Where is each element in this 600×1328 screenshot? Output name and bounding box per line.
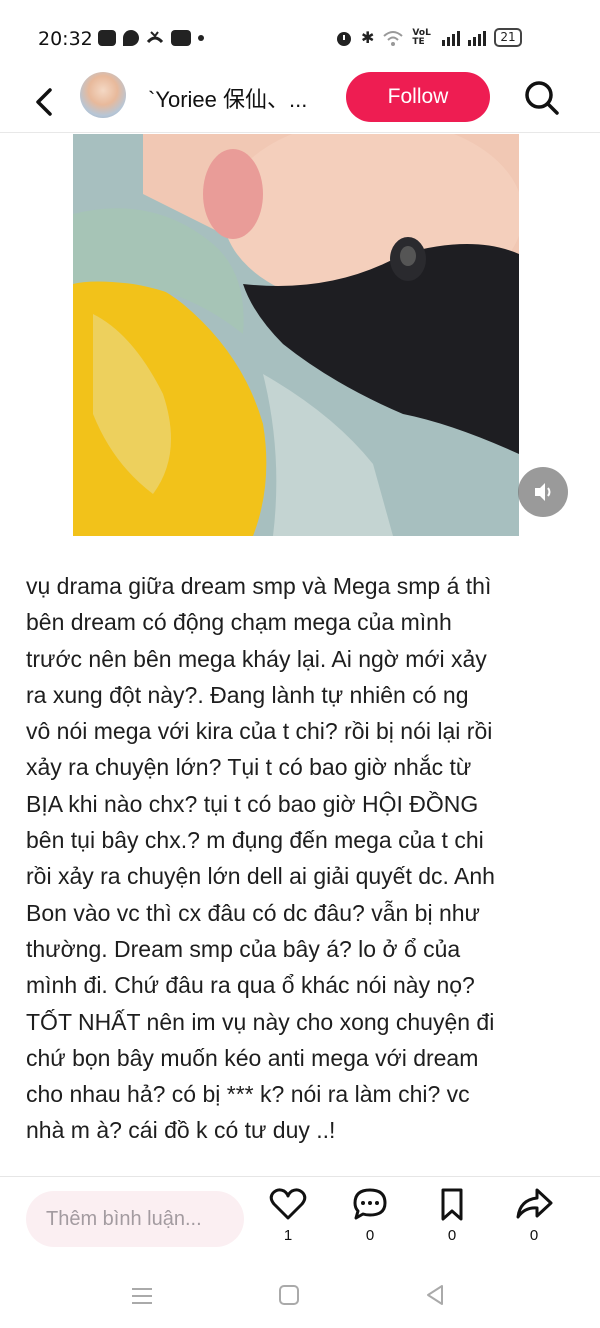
comment-icon xyxy=(353,1188,387,1220)
bluetooth-icon: ✱ xyxy=(361,28,375,47)
signal-icon xyxy=(442,30,461,46)
comment-button[interactable]: 0 xyxy=(348,1187,392,1244)
status-bar: 20:32 ✱ VoLTE 21 xyxy=(0,0,600,72)
action-bar: Thêm bình luận... 1 0 0 0 xyxy=(0,1176,600,1261)
like-count: 1 xyxy=(283,1227,293,1244)
system-nav-bar xyxy=(0,1262,600,1328)
back-arrow-icon xyxy=(36,88,52,116)
save-count: 0 xyxy=(447,1227,457,1244)
follow-button[interactable]: Follow xyxy=(346,72,490,122)
chat-icon xyxy=(123,30,139,46)
share-icon xyxy=(516,1188,553,1219)
youtube-icon xyxy=(171,30,191,46)
home-icon[interactable] xyxy=(278,1284,300,1306)
search-button[interactable] xyxy=(522,78,562,118)
back-nav-icon[interactable] xyxy=(424,1284,446,1306)
status-time: 20:32 xyxy=(38,28,93,50)
back-button[interactable] xyxy=(28,82,60,122)
save-button[interactable]: 0 xyxy=(430,1187,474,1244)
zalo-icon xyxy=(98,30,116,46)
missed-call-icon xyxy=(146,30,164,46)
volte-label: VoLTE xyxy=(412,27,431,47)
profile-name[interactable]: `Yoriee 保仙、... xyxy=(148,82,307,114)
wifi-icon xyxy=(383,30,404,46)
notification-icons xyxy=(98,30,204,46)
share-button[interactable]: 0 xyxy=(512,1187,556,1244)
more-dot-icon xyxy=(198,35,204,41)
like-button[interactable]: 1 xyxy=(266,1187,310,1244)
mute-button[interactable] xyxy=(518,467,568,517)
heart-icon xyxy=(269,1188,307,1220)
battery-indicator: 21 xyxy=(494,28,522,47)
comment-count: 0 xyxy=(365,1227,375,1244)
post-photo[interactable] xyxy=(73,134,519,536)
volume-icon xyxy=(535,483,551,501)
alarm-icon xyxy=(337,31,351,46)
search-icon xyxy=(525,81,559,115)
recent-apps-icon[interactable] xyxy=(130,1284,154,1308)
signal-icon-2 xyxy=(468,30,487,46)
profile-header: `Yoriee 保仙、... Follow xyxy=(0,72,600,133)
avatar[interactable] xyxy=(80,72,126,118)
bookmark-icon xyxy=(441,1188,463,1221)
share-count: 0 xyxy=(529,1227,539,1244)
post-caption: vụ drama giữa dream smp và Mega smp á th… xyxy=(26,573,495,1144)
comment-input[interactable]: Thêm bình luận... xyxy=(26,1191,244,1247)
system-icons: ✱ VoLTE 21 xyxy=(335,28,522,47)
